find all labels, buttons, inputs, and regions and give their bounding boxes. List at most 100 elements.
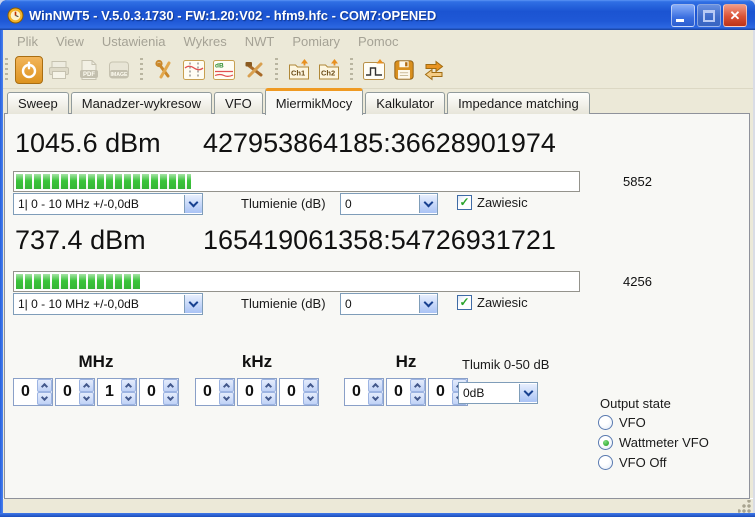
title-bar[interactable]: WinNWT5 - V.5.0.3.1730 - FW:1.20:V02 - h…	[0, 0, 755, 30]
dropdown-arrow-icon[interactable]	[184, 295, 202, 313]
spin-down-button[interactable]	[368, 392, 383, 405]
svg-text:IMAGE: IMAGE	[110, 72, 128, 78]
spin-down-button[interactable]	[410, 392, 425, 405]
menu-ustawienia[interactable]: Ustawienia	[94, 32, 174, 51]
print-button[interactable]	[45, 56, 73, 84]
hold-checkbox-row-2[interactable]: Zawiesic	[457, 295, 528, 310]
radio-wattmeter-vfo[interactable]: Wattmeter VFO	[598, 435, 709, 450]
spin-down-button[interactable]	[163, 392, 178, 405]
wattmeter-panel: 1045.6 dBm 427953864185:366289019742: 58…	[4, 113, 750, 499]
tab-kalkulator[interactable]: Kalkulator	[365, 92, 445, 114]
spin-down-button[interactable]	[261, 392, 276, 405]
radio-icon[interactable]	[598, 455, 613, 470]
menu-wykres[interactable]: Wykres	[176, 32, 235, 51]
attenuation-select-value: 0	[341, 297, 419, 311]
digit-value: 0	[429, 379, 452, 405]
export-image-button[interactable]: IMAGE	[105, 56, 133, 84]
sweep-settings-button[interactable]	[180, 56, 208, 84]
dropdown-arrow-icon[interactable]	[419, 195, 437, 213]
power-reading-2: 737.4 dBm	[15, 225, 146, 256]
window-border-bottom	[0, 513, 755, 517]
khz-digit-spinner-3[interactable]: 0	[279, 378, 319, 406]
spin-down-button[interactable]	[219, 392, 234, 405]
dropdown-arrow-icon[interactable]	[184, 195, 202, 213]
checkbox-icon[interactable]	[457, 295, 472, 310]
calibration-button[interactable]	[240, 56, 268, 84]
menu-plik[interactable]: Plik	[9, 32, 46, 51]
dropdown-arrow-icon[interactable]	[519, 384, 537, 402]
spin-up-button[interactable]	[261, 379, 276, 392]
toolbar-handle[interactable]	[350, 58, 353, 82]
spin-down-button[interactable]	[79, 392, 94, 405]
svg-text:dB: dB	[215, 63, 224, 70]
radio-vfo-off[interactable]: VFO Off	[598, 455, 666, 470]
svg-text:Ch1: Ch1	[291, 69, 305, 78]
transfer-button[interactable]	[420, 56, 448, 84]
export-pdf-button[interactable]: PDF	[75, 56, 103, 84]
hz-digit-spinner-1[interactable]: 0	[344, 378, 384, 406]
toolbar-handle[interactable]	[5, 58, 8, 82]
tab-sweep[interactable]: Sweep	[7, 92, 69, 114]
level-value-2: 4256	[623, 274, 652, 289]
spin-down-button[interactable]	[303, 392, 318, 405]
range-select-1[interactable]: 1| 0 - 10 MHz +/-0,0dB	[13, 193, 203, 215]
tab-vfo[interactable]: VFO	[214, 92, 263, 114]
spin-down-button[interactable]	[37, 392, 52, 405]
power-button[interactable]	[15, 56, 43, 84]
close-button[interactable]: ✕	[723, 4, 747, 27]
load-channel1-button[interactable]: Ch1	[285, 56, 313, 84]
tab-manadzer-wykresow[interactable]: Manadzer-wykresow	[71, 92, 212, 114]
mhz-digit-spinner-1[interactable]: 0	[13, 378, 53, 406]
output-state-label: Output state	[600, 396, 671, 411]
spin-down-button[interactable]	[121, 392, 136, 405]
load-channel2-button[interactable]: Ch2	[315, 56, 343, 84]
spin-up-button[interactable]	[163, 379, 178, 392]
load-curve-button[interactable]	[360, 56, 388, 84]
spin-up-button[interactable]	[79, 379, 94, 392]
mhz-digit-spinner-3[interactable]: 1	[97, 378, 137, 406]
save-floppy-icon	[393, 59, 415, 81]
mhz-digit-spinner-4[interactable]: 0	[139, 378, 179, 406]
range-select-2[interactable]: 1| 0 - 10 MHz +/-0,0dB	[13, 293, 203, 315]
khz-digit-spinner-1[interactable]: 0	[195, 378, 235, 406]
maximize-button[interactable]	[697, 4, 721, 27]
menu-nwt[interactable]: NWT	[237, 32, 283, 51]
level-bar-fill-1	[16, 174, 191, 189]
minimize-button[interactable]	[671, 4, 695, 27]
resize-grip[interactable]	[738, 500, 751, 513]
mhz-digit-spinner-2[interactable]: 0	[55, 378, 95, 406]
radio-icon[interactable]	[598, 415, 613, 430]
menu-view[interactable]: View	[48, 32, 92, 51]
spin-up-button[interactable]	[368, 379, 383, 392]
db-scale-button[interactable]: dB	[210, 56, 238, 84]
settings-button[interactable]	[150, 56, 178, 84]
radio-icon[interactable]	[598, 435, 613, 450]
digit-value: 0	[345, 379, 368, 405]
swap-arrows-icon	[422, 58, 446, 82]
spin-up-button[interactable]	[303, 379, 318, 392]
radio-vfo[interactable]: VFO	[598, 415, 646, 430]
toolbar-handle[interactable]	[140, 58, 143, 82]
tab-miermikmocy[interactable]: MiermikMocy	[265, 88, 364, 115]
attenuator-select[interactable]: 0dB	[458, 382, 538, 404]
spin-up-button[interactable]	[219, 379, 234, 392]
counter-value-1: 427953864185:366289019742:	[203, 128, 555, 159]
hz-digit-spinner-2[interactable]: 0	[386, 378, 426, 406]
spin-up-button[interactable]	[410, 379, 425, 392]
window-title: WinNWT5 - V.5.0.3.1730 - FW:1.20:V02 - h…	[29, 8, 436, 23]
attenuation-select-2[interactable]: 0	[340, 293, 438, 315]
save-button[interactable]	[390, 56, 418, 84]
dropdown-arrow-icon[interactable]	[419, 295, 437, 313]
menu-pomiary[interactable]: Pomiary	[284, 32, 348, 51]
tab-impedance-matching[interactable]: Impedance matching	[447, 92, 590, 114]
digit-value: 0	[387, 379, 410, 405]
spin-up-button[interactable]	[121, 379, 136, 392]
khz-digit-spinner-2[interactable]: 0	[237, 378, 277, 406]
menu-pomoc[interactable]: Pomoc	[350, 32, 406, 51]
toolbar-handle[interactable]	[275, 58, 278, 82]
spin-up-button[interactable]	[37, 379, 52, 392]
checkbox-icon[interactable]	[457, 195, 472, 210]
attenuation-select-1[interactable]: 0	[340, 193, 438, 215]
hold-checkbox-row-1[interactable]: Zawiesic	[457, 195, 528, 210]
counter-value-2: 165419061358:5472693172135	[203, 225, 555, 256]
